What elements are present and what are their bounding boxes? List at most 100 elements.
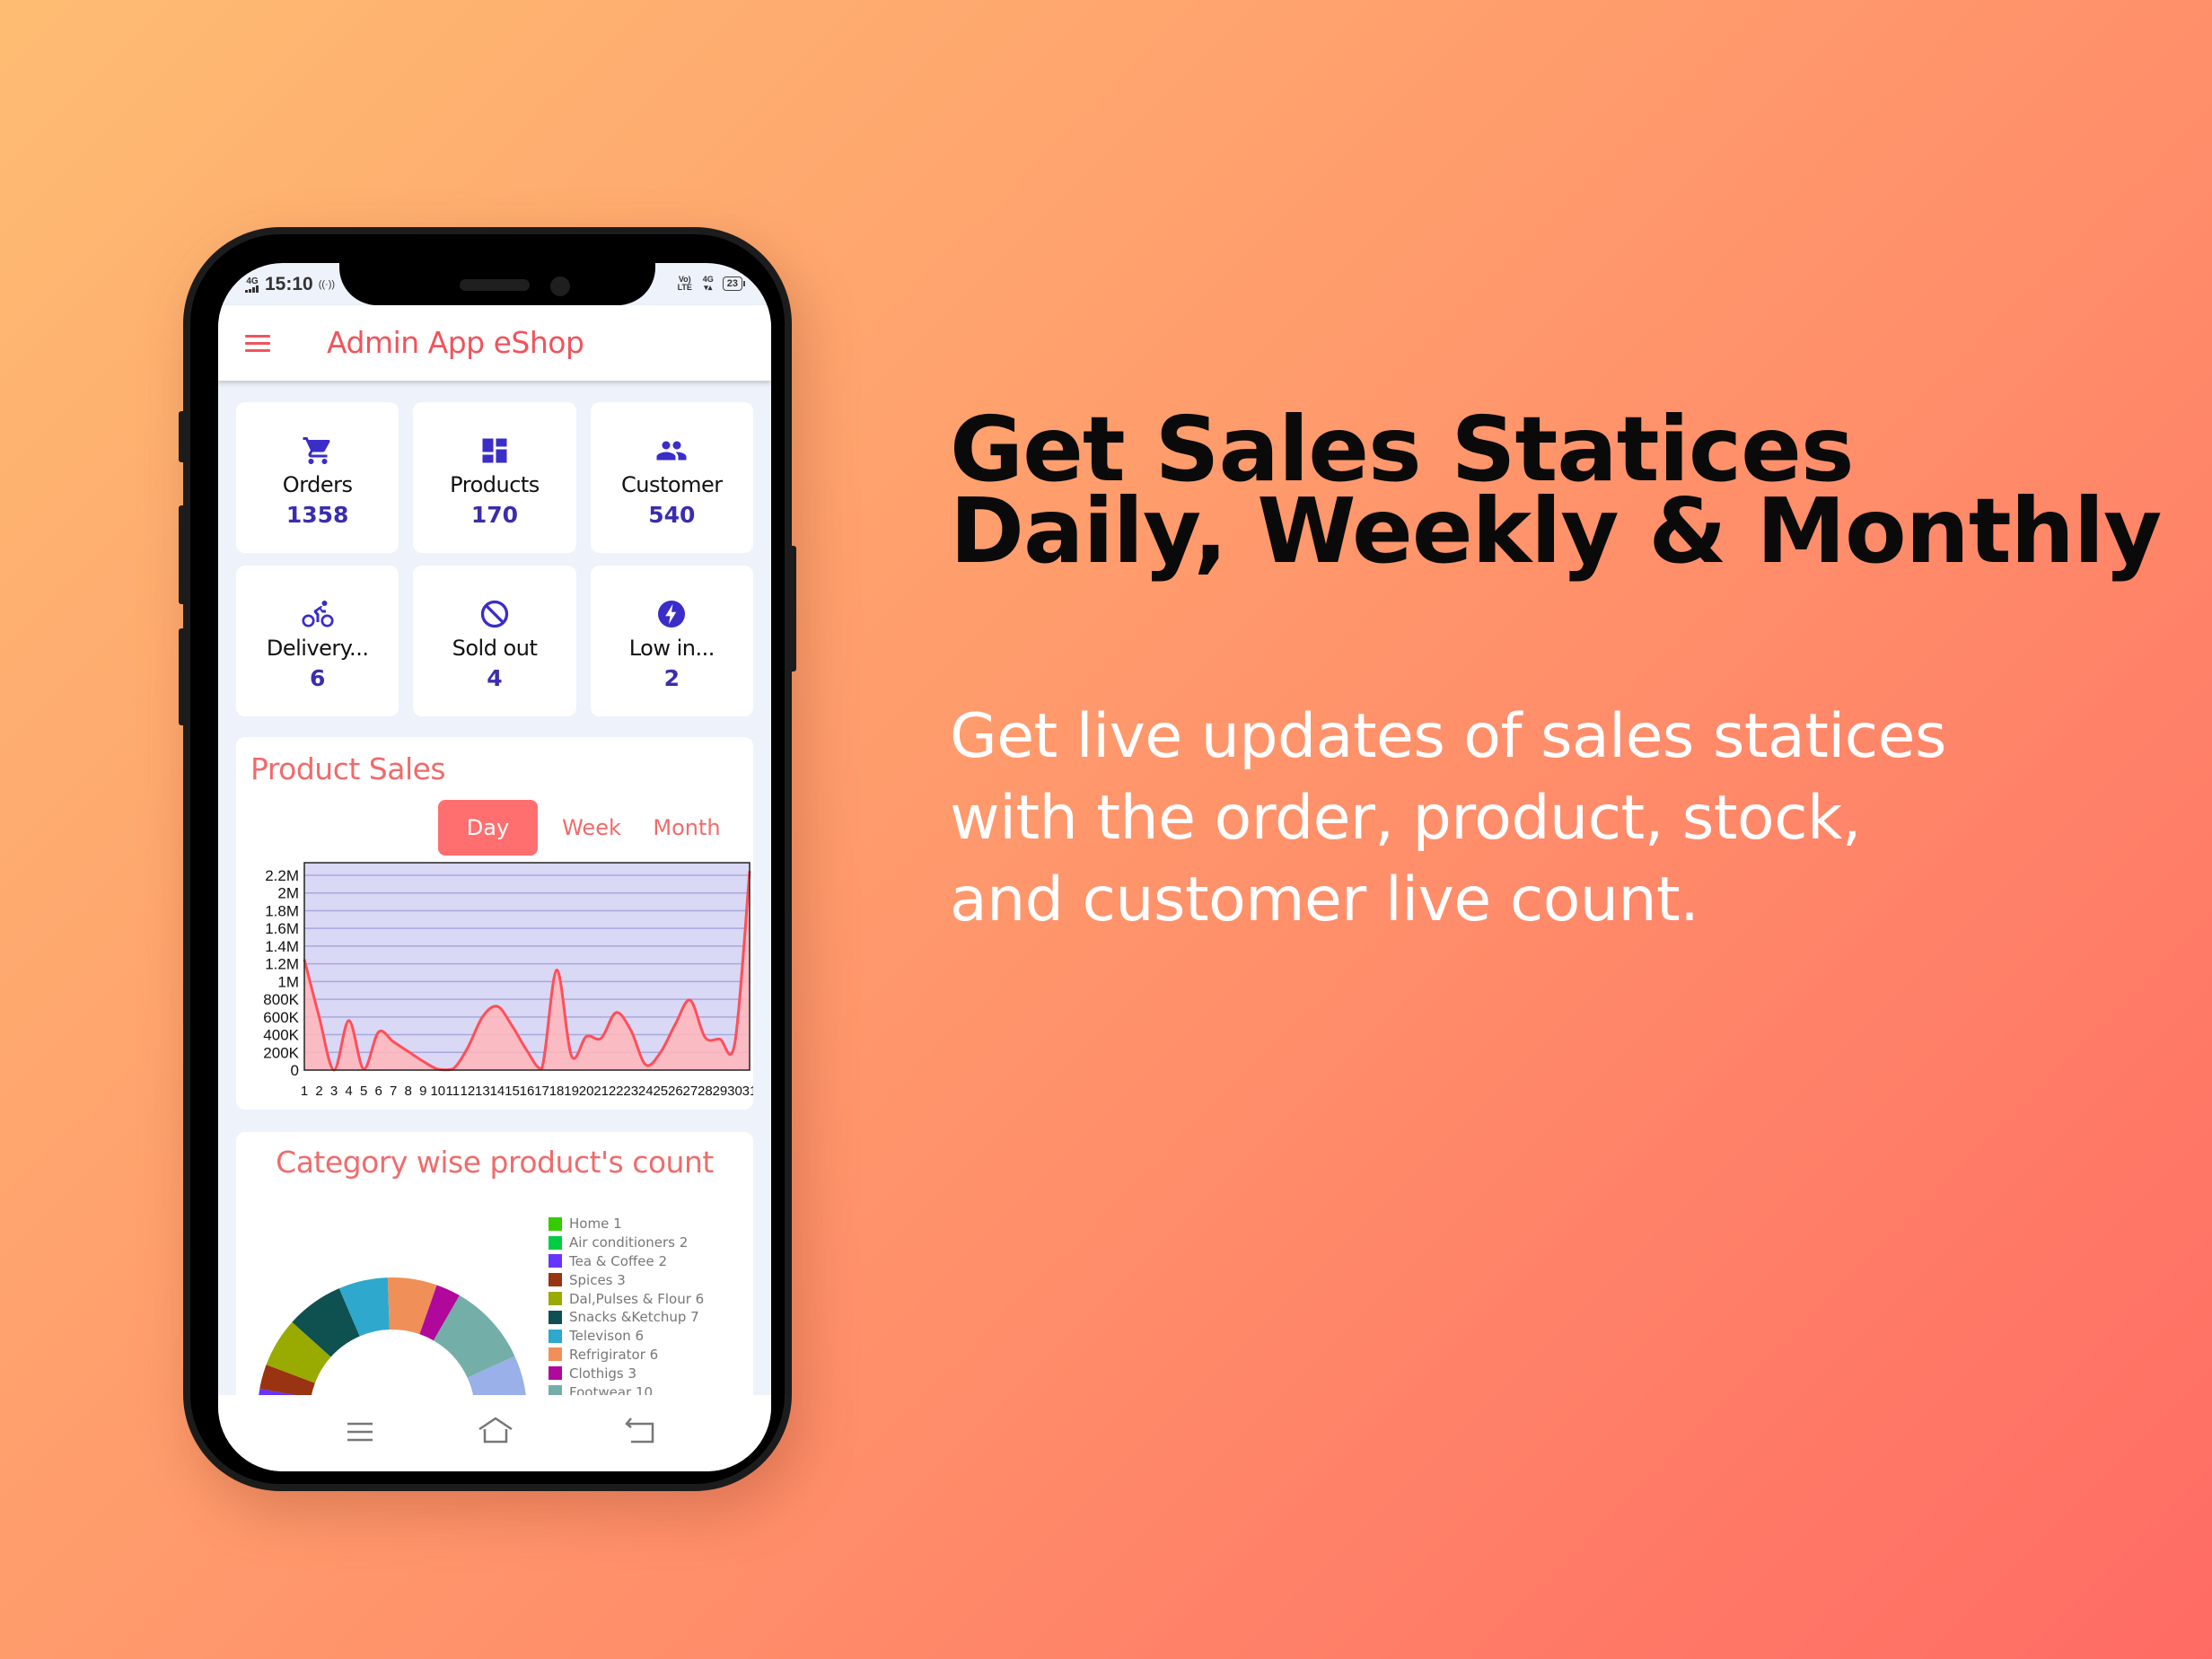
stat-label: Customer [621, 472, 723, 497]
legend-label: Tea & Coffee 2 [569, 1252, 668, 1269]
legend-label: Home 1 [569, 1216, 622, 1233]
stat-value: 2 [663, 665, 680, 691]
legend-label: Refrigirator 6 [569, 1346, 659, 1363]
stat-value: 4 [487, 665, 503, 691]
stat-card-delivery[interactable]: Delivery... 6 [236, 566, 399, 716]
x-tick-label: 29 [713, 1084, 728, 1099]
x-tick-label: 16 [520, 1084, 535, 1099]
x-tick-label: 22 [609, 1084, 624, 1099]
stat-card-orders[interactable]: Orders 1358 [236, 402, 399, 553]
x-tick-label: 12 [461, 1084, 476, 1099]
category-title: Category wise product's count [276, 1145, 714, 1180]
y-tick-label: 400K [263, 1027, 299, 1044]
legend-item: Air conditioners 2 [549, 1233, 704, 1252]
home-icon[interactable] [476, 1415, 513, 1445]
legend-swatch [549, 1216, 562, 1231]
x-tick-label: 30 [727, 1084, 742, 1099]
y-tick-label: 1M [277, 973, 299, 990]
battery-icon: 23 [722, 276, 746, 291]
x-tick-label: 14 [490, 1084, 505, 1099]
dashboard-grid-icon [482, 438, 507, 463]
x-tick-label: 17 [534, 1084, 549, 1099]
legend-swatch [549, 1347, 562, 1362]
x-tick-label: 28 [698, 1084, 713, 1099]
x-tick-label: 8 [405, 1084, 412, 1099]
y-tick-label: 600K [263, 1009, 299, 1026]
tab-day[interactable]: Day [438, 800, 538, 856]
lightning-bolt-icon [658, 601, 686, 628]
phone-frame: 4G 15:10 ((·)) Vo) LTE 4G ▾▴ 23 Admin App … [179, 227, 796, 1491]
legend-label: Air conditioners 2 [569, 1234, 689, 1251]
x-tick-label: 27 [683, 1084, 698, 1099]
side-button-assistant [179, 411, 184, 462]
x-tick-label: 26 [668, 1084, 683, 1099]
x-tick-label: 6 [374, 1084, 382, 1099]
signal-icon: 4G [245, 276, 259, 293]
legend-label: Snacks &Ketchup 7 [569, 1309, 699, 1326]
stat-value: 6 [309, 665, 326, 691]
subtext-line-3: and customer live count. [950, 865, 1699, 935]
phone-bezel: 4G 15:10 ((·)) Vo) LTE 4G ▾▴ 23 Admin App … [190, 234, 785, 1484]
network-type: 4G [246, 276, 259, 286]
legend-item: Dal,Pulses & Flour 6 [549, 1289, 704, 1308]
category-card: Category wise product's count Home 1 Air … [236, 1132, 753, 1395]
tab-month[interactable]: Month [635, 800, 739, 856]
block-icon [480, 600, 509, 628]
product-sales-chart: 0200K400K600K800K1M1.2M1.4M1.6M1.8M2M2.2… [263, 862, 753, 1099]
legend-label: Televison 6 [569, 1328, 645, 1345]
legend-swatch [549, 1292, 562, 1306]
x-tick-label: 18 [549, 1084, 565, 1099]
legend-swatch [549, 1254, 562, 1268]
legend-label: Clothigs 3 [569, 1365, 637, 1382]
stat-card-sold-out[interactable]: Sold out 4 [413, 566, 576, 716]
tab-week[interactable]: Week [549, 800, 635, 856]
clock: 15:10 [265, 274, 313, 294]
legend-label: Footwear 10 [569, 1383, 654, 1395]
stat-label: Products [450, 472, 540, 497]
stat-card-low-in-stock[interactable]: Low in... 2 [590, 566, 753, 716]
legend-item: Tea & Coffee 2 [549, 1252, 704, 1271]
subtext-line-2: with the order, product, stock, [950, 783, 1861, 854]
legend-swatch [549, 1273, 562, 1287]
x-tick-label: 7 [390, 1084, 397, 1099]
network-4g-icon: 4G ▾▴ [702, 275, 714, 292]
y-tick-label: 2.2M [265, 867, 299, 884]
x-tick-label: 25 [653, 1084, 668, 1099]
stat-value: 1358 [285, 502, 349, 528]
legend-label: Spices 3 [569, 1271, 626, 1288]
x-tick-label: 23 [623, 1084, 638, 1099]
stat-label: Delivery... [266, 636, 369, 661]
promo-subtext: Get live updates of sales statices with … [950, 696, 1946, 941]
power-button [791, 546, 796, 672]
product-sales-card: Product Sales Day Week Month 0 200K 400K 60… [236, 737, 753, 1110]
x-tick-label: 19 [564, 1084, 579, 1099]
x-tick-label: 20 [579, 1084, 594, 1099]
legend-item: Refrigirator 6 [549, 1346, 704, 1365]
product-sales-title: Product Sales [250, 751, 446, 786]
recent-apps-icon[interactable] [341, 1415, 377, 1445]
subtext-line-1: Get live updates of sales statices [950, 701, 1946, 772]
hotspot-icon: ((·)) [318, 279, 336, 290]
volume-up-button [179, 505, 184, 604]
shopping-cart-icon [303, 437, 330, 464]
x-tick-label: 11 [446, 1084, 461, 1099]
bicycle-delivery-icon [302, 601, 334, 628]
stat-label: Sold out [452, 636, 538, 661]
y-tick-label: 200K [263, 1044, 299, 1061]
stat-card-customer[interactable]: Customer 540 [590, 402, 753, 553]
x-tick-label: 24 [638, 1084, 654, 1099]
category-legend: Home 1 Air conditioners 2 Tea & Coffee 2 Sp… [549, 1215, 704, 1395]
legend-item: Home 1 [549, 1215, 704, 1233]
hamburger-menu-icon[interactable] [245, 335, 270, 353]
x-tick-label: 3 [330, 1084, 338, 1099]
period-tabs: Day Week Month [438, 800, 739, 856]
legend-swatch [549, 1310, 562, 1324]
volte-icon: Vo) LTE [677, 275, 692, 292]
volume-down-button [179, 628, 184, 725]
back-icon[interactable] [622, 1415, 658, 1445]
x-tick-label: 2 [315, 1084, 322, 1099]
stat-card-products[interactable]: Products 170 [413, 402, 576, 553]
legend-label: Dal,Pulses & Flour 6 [569, 1290, 705, 1307]
dashboard-content: Orders 1358 Products 170 Customer 540 De… [218, 381, 771, 1395]
front-camera [550, 276, 570, 296]
